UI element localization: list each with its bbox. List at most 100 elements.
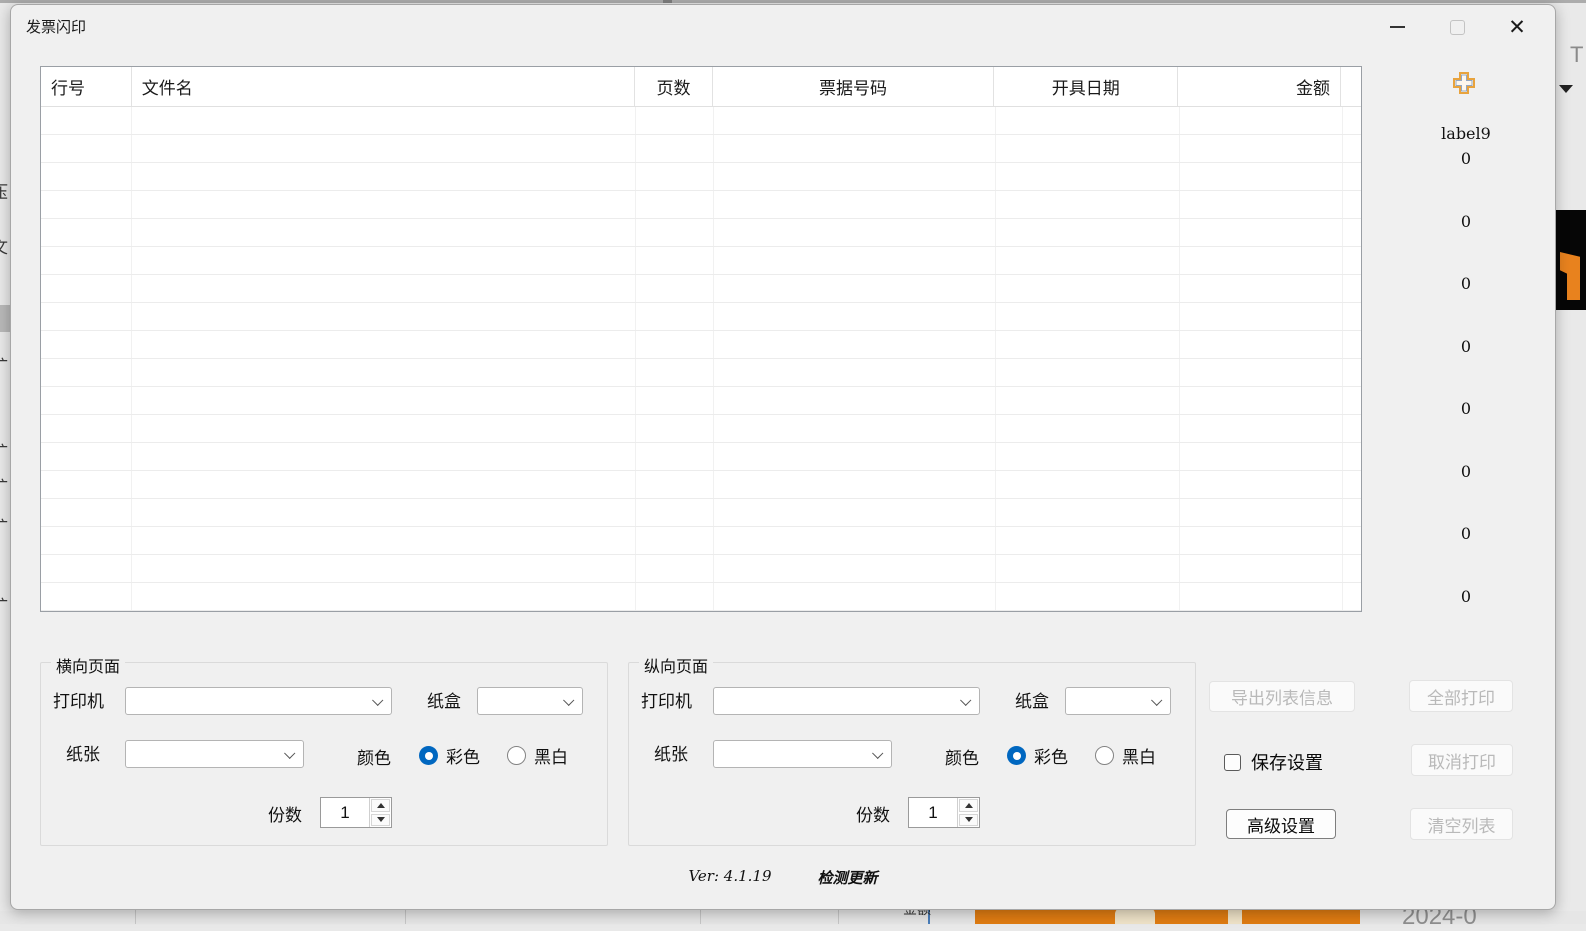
- stepper-up-button[interactable]: [959, 799, 978, 812]
- column-header-页数[interactable]: 页数: [635, 67, 713, 106]
- table-cell: [714, 275, 996, 302]
- table-row[interactable]: [41, 135, 1361, 163]
- table-row[interactable]: [41, 415, 1361, 443]
- table-cell: [41, 275, 132, 302]
- table-row[interactable]: [41, 583, 1361, 611]
- portrait-paper-select[interactable]: [713, 740, 892, 768]
- column-header-开具日期[interactable]: 开具日期: [994, 67, 1178, 106]
- table-cell: [996, 107, 1181, 134]
- table-cell: [1343, 247, 1361, 274]
- stepper-up-button[interactable]: [371, 799, 390, 812]
- background-orange-logo-detail: [1115, 908, 1155, 924]
- counter-value: 0: [1401, 399, 1531, 418]
- minimize-button[interactable]: [1367, 7, 1427, 47]
- footer: Ver: 4.1.19 检测更新: [11, 867, 1555, 888]
- table-cell: [996, 527, 1181, 554]
- table-row[interactable]: [41, 387, 1361, 415]
- background-orange-logo-detail: [1228, 908, 1242, 924]
- portrait-bw-radio[interactable]: 黑白: [1095, 743, 1156, 768]
- landscape-bw-radio[interactable]: 黑白: [507, 743, 568, 768]
- portrait-copies-stepper[interactable]: 1: [908, 797, 980, 828]
- table-row[interactable]: [41, 471, 1361, 499]
- clear-list-button: 清空列表: [1410, 808, 1513, 840]
- check-update-link[interactable]: 检测更新: [818, 867, 878, 888]
- table-cell: [636, 443, 714, 470]
- table-row[interactable]: [41, 527, 1361, 555]
- table-row[interactable]: [41, 499, 1361, 527]
- table-cell: [636, 359, 714, 386]
- table-row[interactable]: [41, 555, 1361, 583]
- table-row[interactable]: [41, 331, 1361, 359]
- table-cell: [41, 219, 132, 246]
- close-button[interactable]: ✕: [1487, 7, 1547, 47]
- table-cell: [132, 163, 636, 190]
- table-cell: [714, 107, 996, 134]
- column-header-文件名[interactable]: 文件名: [132, 67, 635, 106]
- close-icon: ✕: [1508, 17, 1526, 38]
- stepper-down-button[interactable]: [959, 814, 978, 827]
- table-cell: [714, 583, 996, 610]
- save-settings-checkbox[interactable]: 保存设置: [1224, 749, 1323, 775]
- plus-cross-icon[interactable]: [1452, 71, 1476, 95]
- table-row[interactable]: [41, 163, 1361, 191]
- column-header-行号[interactable]: 行号: [41, 67, 132, 106]
- portrait-color-radio[interactable]: 彩色: [1007, 743, 1068, 768]
- background-grid-line: [838, 908, 839, 924]
- table-row[interactable]: [41, 247, 1361, 275]
- landscape-printer-select[interactable]: [125, 687, 392, 715]
- table-cell: [636, 387, 714, 414]
- landscape-color-radio[interactable]: 彩色: [419, 743, 480, 768]
- table-cell: [41, 163, 132, 190]
- landscape-copies-stepper[interactable]: 1: [320, 797, 392, 828]
- table-cell: [714, 555, 996, 582]
- table-cell: [1343, 443, 1361, 470]
- table-cell: [41, 583, 132, 610]
- column-header-金额[interactable]: 金额: [1178, 67, 1341, 106]
- column-header-票据号码[interactable]: 票据号码: [713, 67, 994, 106]
- label9-text: label9: [1401, 124, 1531, 143]
- background-char-fragment: 压: [0, 178, 8, 203]
- table-cell: [1343, 527, 1361, 554]
- advanced-settings-button[interactable]: 高级设置: [1226, 809, 1336, 839]
- table-cell: [1343, 555, 1361, 582]
- background-dropdown-arrow-icon: [1559, 85, 1573, 93]
- table-row[interactable]: [41, 191, 1361, 219]
- portrait-tray-select[interactable]: [1065, 687, 1171, 715]
- table-cell: [996, 163, 1181, 190]
- table-cell: [1343, 107, 1361, 134]
- counter-value: 0: [1401, 212, 1531, 231]
- table-cell: [1343, 583, 1361, 610]
- table-cell: [41, 107, 132, 134]
- table-cell: [1180, 247, 1343, 274]
- landscape-tray-select[interactable]: [477, 687, 583, 715]
- table-cell: [996, 471, 1181, 498]
- save-settings-label: 保存设置: [1251, 749, 1323, 775]
- table-cell: [132, 247, 636, 274]
- table-row[interactable]: [41, 303, 1361, 331]
- up-arrow-icon: [965, 803, 973, 808]
- title-bar[interactable]: 发票闪印 ✕: [11, 5, 1555, 49]
- table-cell: [714, 163, 996, 190]
- background-window-top-notch: [663, 0, 672, 3]
- table-cell: [1180, 219, 1343, 246]
- table-cell: [636, 275, 714, 302]
- table-row[interactable]: [41, 219, 1361, 247]
- table-cell: [636, 499, 714, 526]
- table-row[interactable]: [41, 443, 1361, 471]
- table-body: [41, 107, 1361, 611]
- column-header-filler[interactable]: [1341, 67, 1361, 106]
- copies-value: 1: [321, 798, 369, 827]
- table-row[interactable]: [41, 107, 1361, 135]
- table-cell: [996, 219, 1181, 246]
- table-cell: [1343, 303, 1361, 330]
- table-cell: [1180, 191, 1343, 218]
- table-row[interactable]: [41, 275, 1361, 303]
- table-row[interactable]: [41, 359, 1361, 387]
- portrait-printer-select[interactable]: [713, 687, 980, 715]
- table-cell: [996, 499, 1181, 526]
- stepper-down-button[interactable]: [371, 814, 390, 827]
- landscape-paper-select[interactable]: [125, 740, 304, 768]
- table-cell: [636, 247, 714, 274]
- file-list-table[interactable]: 行号文件名页数票据号码开具日期金额: [40, 66, 1362, 612]
- copies-label: 份数: [268, 801, 302, 826]
